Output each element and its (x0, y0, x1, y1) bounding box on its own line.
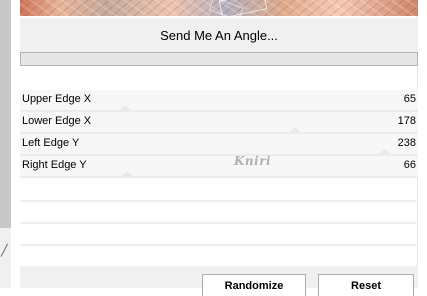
left-panel-strip: ╱ (0, 0, 11, 288)
param-value[interactable]: 178 (398, 115, 416, 127)
randomize-button[interactable]: Randomize (202, 274, 306, 296)
send-angle-button[interactable]: Send Me An Angle... (20, 18, 418, 52)
param-row-right-edge-y[interactable]: Right Edge Y 66 (20, 156, 418, 178)
reset-label: Reset (351, 280, 381, 292)
left-panel-scroll[interactable] (0, 0, 11, 228)
progress-bar (20, 52, 418, 66)
param-row-lower-edge-x[interactable]: Lower Edge X 178 (20, 112, 418, 134)
empty-row-separator (20, 200, 418, 202)
param-label: Upper Edge X (22, 93, 92, 105)
send-angle-label: Send Me An Angle... (160, 27, 278, 43)
param-value[interactable]: 238 (398, 137, 416, 149)
slider-track[interactable] (20, 134, 418, 154)
param-label: Right Edge Y (22, 159, 87, 171)
reset-button[interactable]: Reset (318, 274, 414, 296)
param-row-left-edge-y[interactable]: Left Edge Y 238 (20, 134, 418, 156)
row-separator (20, 176, 418, 178)
param-row-upper-edge-x[interactable]: Upper Edge X 65 (20, 90, 418, 112)
watermark-text: Kniri (234, 154, 272, 168)
randomize-label: Randomize (224, 280, 284, 292)
empty-row-separator (20, 222, 418, 224)
param-label: Lower Edge X (22, 115, 92, 127)
param-value[interactable]: 66 (404, 159, 416, 171)
empty-row-separator (20, 244, 418, 246)
resize-grip-icon[interactable]: ╱ (1, 246, 8, 257)
param-value[interactable]: 65 (404, 93, 416, 105)
param-label: Left Edge Y (22, 137, 80, 149)
preview-image (20, 0, 418, 16)
